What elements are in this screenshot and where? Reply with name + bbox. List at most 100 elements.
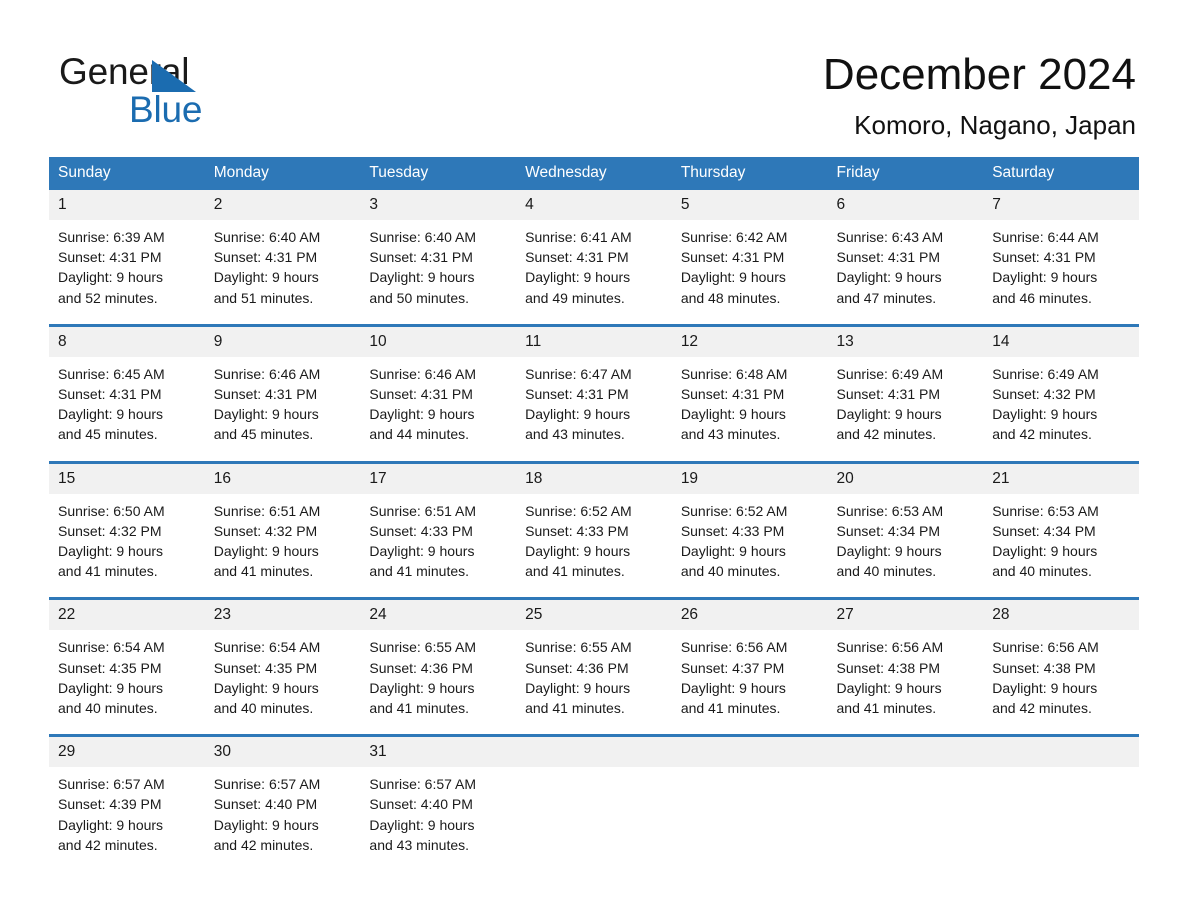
sunset-text: Sunset: 4:31 PM xyxy=(680,249,785,266)
daylight-text-line1: Daylight: 9 hours xyxy=(525,543,631,560)
day-details: Sunrise: 6:57 AM Sunset: 4:39 PM Daylight:… xyxy=(49,767,205,871)
day-cell[interactable]: 4 Sunrise: 6:41 AM Sunset: 4:31 PM Daylight… xyxy=(516,190,672,326)
day-cell[interactable]: 10 Sunrise: 6:46 AM Sunset: 4:31 PM Dayligh… xyxy=(360,323,517,463)
day-cell[interactable]: 8 Sunrise: 6:45 AM Sunset: 4:31 PM Daylight… xyxy=(49,323,205,463)
day-cell-empty xyxy=(827,734,984,872)
day-details: Sunrise: 6:56 AM Sunset: 4:38 PM Daylight:… xyxy=(983,630,1139,734)
day-number: 25 xyxy=(516,600,672,631)
daylight-text-line1: Daylight: 9 hours xyxy=(525,679,631,696)
day-details: Sunrise: 6:53 AM Sunset: 4:34 PM Daylight:… xyxy=(983,494,1139,598)
day-details: Sunrise: 6:45 AM Sunset: 4:31 PM Daylight:… xyxy=(49,357,205,461)
day-details: Sunrise: 6:54 AM Sunset: 4:35 PM Daylight:… xyxy=(49,630,205,734)
day-cell[interactable]: 26 Sunrise: 6:56 AM Sunset: 4:37 PM Dayligh… xyxy=(671,597,828,736)
day-cell[interactable]: 15 Sunrise: 6:50 AM Sunset: 4:32 PM Dayligh… xyxy=(49,460,205,599)
daylight-text-line2: and 41 minutes. xyxy=(836,700,937,717)
daylight-text-line2: and 41 minutes. xyxy=(680,700,781,717)
day-cell[interactable]: 23 Sunrise: 6:54 AM Sunset: 4:35 PM Dayligh… xyxy=(204,597,361,736)
day-cell[interactable]: 28 Sunrise: 6:56 AM Sunset: 4:38 PM Dayligh… xyxy=(983,597,1139,736)
daylight-text-line2: and 41 minutes. xyxy=(213,563,314,580)
day-number: 30 xyxy=(204,737,361,768)
day-cell[interactable]: 19 Sunrise: 6:52 AM Sunset: 4:33 PM Dayligh… xyxy=(671,460,828,599)
day-cell[interactable]: 27 Sunrise: 6:56 AM Sunset: 4:38 PM Dayligh… xyxy=(827,597,984,736)
daylight-text-line2: and 41 minutes. xyxy=(58,563,158,580)
daylight-text-line1: Daylight: 9 hours xyxy=(58,543,164,560)
daylight-text-line1: Daylight: 9 hours xyxy=(836,543,942,560)
day-cell[interactable]: 9 Sunrise: 6:46 AM Sunset: 4:31 PM Daylight… xyxy=(204,323,361,463)
day-cell[interactable]: 1 Sunrise: 6:39 AM Sunset: 4:31 PM Daylight… xyxy=(49,190,205,326)
day-details: Sunrise: 6:55 AM Sunset: 4:36 PM Daylight:… xyxy=(360,630,516,734)
day-details: Sunrise: 6:49 AM Sunset: 4:32 PM Daylight:… xyxy=(983,357,1139,461)
day-cell[interactable]: 5 Sunrise: 6:42 AM Sunset: 4:31 PM Daylight… xyxy=(671,190,828,326)
day-cell[interactable]: 2 Sunrise: 6:40 AM Sunset: 4:31 PM Daylight… xyxy=(204,190,361,326)
daylight-text-line1: Daylight: 9 hours xyxy=(58,679,164,696)
day-cell[interactable]: 6 Sunrise: 6:43 AM Sunset: 4:31 PM Daylight… xyxy=(827,190,984,326)
daylight-text-line2: and 41 minutes. xyxy=(369,700,470,717)
daylight-text-line1: Daylight: 9 hours xyxy=(58,269,164,286)
daylight-text-line1: Daylight: 9 hours xyxy=(836,269,942,286)
day-cell[interactable]: 14 Sunrise: 6:49 AM Sunset: 4:32 PM Dayligh… xyxy=(983,323,1139,463)
day-cell[interactable]: 17 Sunrise: 6:51 AM Sunset: 4:33 PM Dayligh… xyxy=(360,460,517,599)
sunset-text: Sunset: 4:33 PM xyxy=(369,522,473,539)
day-number: 23 xyxy=(204,600,361,631)
day-cell[interactable]: 16 Sunrise: 6:51 AM Sunset: 4:32 PM Dayligh… xyxy=(204,460,361,599)
day-cell[interactable]: 18 Sunrise: 6:52 AM Sunset: 4:33 PM Dayligh… xyxy=(516,460,672,599)
day-number: 31 xyxy=(360,737,517,768)
day-number xyxy=(516,737,672,768)
general-blue-logo[interactable]: General Blue xyxy=(59,52,319,132)
day-cell[interactable]: 21 Sunrise: 6:53 AM Sunset: 4:34 PM Dayligh… xyxy=(983,460,1139,599)
day-cell[interactable]: 31 Sunrise: 6:57 AM Sunset: 4:40 PM Dayligh… xyxy=(360,734,517,872)
daylight-text-line2: and 45 minutes. xyxy=(58,426,158,443)
page-title: December 2024 xyxy=(822,50,1136,99)
sunset-text: Sunset: 4:38 PM xyxy=(836,659,941,676)
day-cell[interactable]: 7 Sunrise: 6:44 AM Sunset: 4:31 PM Daylight… xyxy=(983,190,1139,326)
day-number: 11 xyxy=(516,326,672,357)
day-cell[interactable]: 24 Sunrise: 6:55 AM Sunset: 4:36 PM Dayligh… xyxy=(360,597,517,736)
calendar-body: 1 Sunrise: 6:39 AM Sunset: 4:31 PM Daylight… xyxy=(49,190,1139,872)
day-number: 28 xyxy=(983,600,1139,631)
daylight-text-line1: Daylight: 9 hours xyxy=(58,816,164,833)
day-number: 22 xyxy=(49,600,205,631)
day-details: Sunrise: 6:48 AM Sunset: 4:31 PM Daylight:… xyxy=(672,357,828,461)
day-details: Sunrise: 6:56 AM Sunset: 4:38 PM Daylight:… xyxy=(828,630,984,734)
day-details: Sunrise: 6:57 AM Sunset: 4:40 PM Daylight:… xyxy=(205,767,361,871)
day-cell[interactable]: 25 Sunrise: 6:55 AM Sunset: 4:36 PM Dayligh… xyxy=(516,597,672,736)
daylight-text-line2: and 42 minutes. xyxy=(213,836,314,853)
daylight-text-line2: and 41 minutes. xyxy=(525,563,625,580)
sunset-text: Sunset: 4:31 PM xyxy=(213,386,318,403)
day-cell[interactable]: 11 Sunrise: 6:47 AM Sunset: 4:31 PM Dayligh… xyxy=(516,323,672,463)
daylight-text-line1: Daylight: 9 hours xyxy=(213,406,319,423)
sunrise-text: Sunrise: 6:57 AM xyxy=(369,776,477,793)
sunset-text: Sunset: 4:36 PM xyxy=(369,659,473,676)
daylight-text-line1: Daylight: 9 hours xyxy=(369,406,475,423)
day-cell[interactable]: 20 Sunrise: 6:53 AM Sunset: 4:34 PM Dayligh… xyxy=(827,460,984,599)
daylight-text-line2: and 40 minutes. xyxy=(992,563,1092,580)
sunset-text: Sunset: 4:33 PM xyxy=(680,522,785,539)
day-details: Sunrise: 6:54 AM Sunset: 4:35 PM Daylight:… xyxy=(205,630,361,734)
sunrise-text: Sunrise: 6:57 AM xyxy=(58,776,165,793)
day-cell[interactable]: 3 Sunrise: 6:40 AM Sunset: 4:31 PM Daylight… xyxy=(360,190,517,326)
weekday-header-tuesday: Tuesday xyxy=(360,157,517,190)
day-number: 16 xyxy=(204,463,361,494)
logo-triangle-icon xyxy=(152,60,196,92)
daylight-text-line1: Daylight: 9 hours xyxy=(525,406,631,423)
daylight-text-line2: and 42 minutes. xyxy=(836,426,937,443)
day-cell[interactable]: 22 Sunrise: 6:54 AM Sunset: 4:35 PM Dayligh… xyxy=(49,597,205,736)
sunrise-text: Sunrise: 6:45 AM xyxy=(58,365,165,382)
sunset-text: Sunset: 4:38 PM xyxy=(992,659,1096,676)
daylight-text-line2: and 40 minutes. xyxy=(58,700,158,717)
sunset-text: Sunset: 4:35 PM xyxy=(213,659,318,676)
sunset-text: Sunset: 4:32 PM xyxy=(213,522,318,539)
calendar-table: Sunday Monday Tuesday Wednesday Thursday… xyxy=(49,157,1139,872)
day-cell[interactable]: 30 Sunrise: 6:57 AM Sunset: 4:40 PM Dayligh… xyxy=(204,734,361,872)
daylight-text-line1: Daylight: 9 hours xyxy=(992,406,1098,423)
daylight-text-line1: Daylight: 9 hours xyxy=(680,679,786,696)
daylight-text-line2: and 47 minutes. xyxy=(836,289,937,306)
day-details: Sunrise: 6:53 AM Sunset: 4:34 PM Daylight:… xyxy=(828,494,984,598)
daylight-text-line1: Daylight: 9 hours xyxy=(680,543,786,560)
daylight-text-line2: and 42 minutes. xyxy=(992,700,1092,717)
sunrise-text: Sunrise: 6:40 AM xyxy=(369,229,477,245)
sunrise-text: Sunrise: 6:51 AM xyxy=(369,502,477,519)
day-cell[interactable]: 13 Sunrise: 6:49 AM Sunset: 4:31 PM Dayligh… xyxy=(827,323,984,463)
day-cell[interactable]: 12 Sunrise: 6:48 AM Sunset: 4:31 PM Dayligh… xyxy=(671,323,828,463)
day-cell[interactable]: 29 Sunrise: 6:57 AM Sunset: 4:39 PM Dayligh… xyxy=(49,734,205,872)
